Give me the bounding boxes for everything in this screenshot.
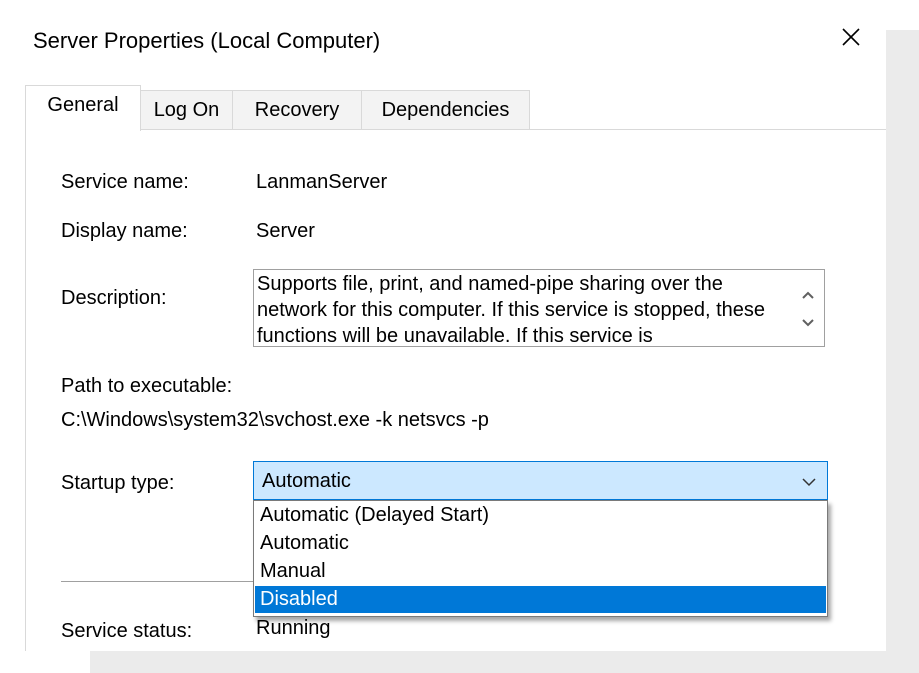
description-box[interactable]: Supports file, print, and named-pipe sha… [253,269,825,347]
option-manual[interactable]: Manual [255,558,826,585]
tab-log-on[interactable]: Log On [140,90,233,130]
description-scrollbar[interactable] [792,270,824,346]
startup-type-label: Startup type: [61,472,175,494]
service-name-label: Service name: [61,171,189,193]
window-title: Server Properties (Local Computer) [33,28,381,53]
startup-type-select[interactable]: Automatic [253,461,828,500]
tab-dependencies-label: Dependencies [381,99,510,121]
scroll-down-icon[interactable] [800,315,816,331]
chevron-down-icon [802,478,816,487]
close-icon [842,28,860,46]
tab-dependencies[interactable]: Dependencies [361,90,530,130]
window-shadow-right [886,30,919,655]
path-value: C:\Windows\system32\svchost.exe -k netsv… [61,409,489,431]
display-name-value: Server [256,220,315,242]
window-shadow-bottom [90,651,919,673]
option-automatic-delayed[interactable]: Automatic (Delayed Start) [255,502,826,529]
description-label: Description: [61,287,167,309]
tab-recovery[interactable]: Recovery [232,90,362,130]
option-disabled[interactable]: Disabled [255,586,826,613]
display-name-label: Display name: [61,220,188,242]
section-divider [61,581,261,582]
tab-general-label: General [47,94,119,116]
scroll-up-icon[interactable] [800,287,816,303]
tab-recovery-label: Recovery [254,99,340,121]
tab-log-on-label: Log On [153,99,220,121]
close-button[interactable] [826,14,876,60]
tab-general[interactable]: General [25,85,141,131]
path-label: Path to executable: [61,375,233,397]
service-status-value: Running [256,617,331,639]
properties-dialog: Server Properties (Local Computer) Gener… [8,8,886,651]
startup-type-dropdown-list: Automatic (Delayed Start) Automatic Manu… [253,500,828,617]
service-status-label: Service status: [61,620,193,642]
startup-type-selected-value: Automatic [262,470,351,492]
description-text: Supports file, print, and named-pipe sha… [257,273,766,347]
option-automatic[interactable]: Automatic [255,530,826,557]
service-name-value: LanmanServer [256,171,388,193]
